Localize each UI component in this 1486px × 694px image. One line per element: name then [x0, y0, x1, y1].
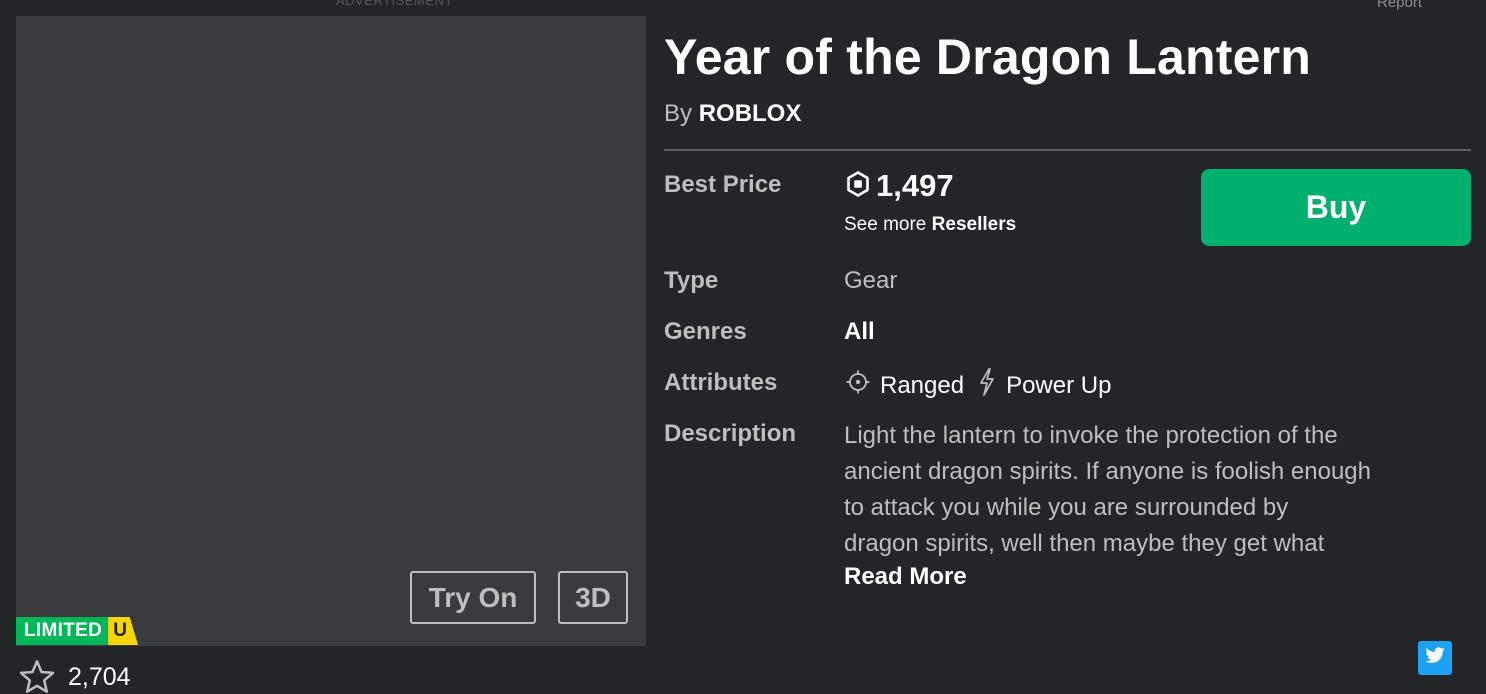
twitter-icon	[1425, 647, 1445, 669]
star-outline-icon[interactable]	[18, 659, 56, 694]
description-text: Light the lantern to invoke the protecti…	[844, 418, 1474, 562]
creator-link[interactable]: ROBLOX	[699, 100, 802, 127]
favorite-count: 2,704	[68, 662, 131, 691]
twitter-share-button[interactable]	[1418, 641, 1452, 675]
creator-byline: By ROBLOX	[664, 100, 801, 128]
buy-button[interactable]: Buy	[1201, 169, 1471, 246]
3d-view-button[interactable]: 3D	[558, 571, 628, 624]
item-title: Year of the Dragon Lantern	[664, 29, 1311, 85]
price-amount: 1,497	[876, 168, 954, 203]
advertisement-label: ADVERTISEMENT	[336, 0, 453, 8]
try-on-button[interactable]: Try On	[410, 571, 536, 624]
attributes-label: Attributes	[664, 369, 778, 396]
unique-label: U	[108, 617, 139, 645]
by-prefix: By	[664, 100, 693, 127]
description-line: ancient dragon spirits. If anyone is foo…	[844, 458, 1372, 485]
price-display: 1,497	[846, 168, 954, 204]
limited-label: LIMITED	[16, 617, 109, 645]
genre-link[interactable]: All	[844, 318, 875, 346]
type-label: Type	[664, 267, 719, 294]
limited-unique-badge: LIMITED U	[16, 617, 139, 645]
resellers-line: See more Resellers	[844, 214, 1016, 236]
divider	[664, 149, 1471, 151]
attribute-power-up: Power Up	[978, 368, 1111, 403]
description-label: Description	[664, 420, 797, 447]
attribute-ranged: Ranged	[846, 370, 964, 401]
favorite-control[interactable]: 2,704	[18, 659, 131, 694]
crosshair-icon	[846, 370, 870, 401]
attribute-label: Power Up	[1006, 371, 1112, 399]
description-line: Light the lantern to invoke the protecti…	[844, 422, 1338, 449]
attributes-list: Ranged Power Up	[846, 368, 1111, 403]
read-more-link[interactable]: Read More	[844, 563, 967, 591]
item-details-page: ADVERTISEMENT Report Try On 3D LIMITED U…	[0, 0, 1486, 694]
power-bolt-icon	[978, 368, 996, 403]
description-line: dragon spirits, well then maybe they get…	[844, 530, 1325, 557]
robux-icon	[846, 170, 870, 202]
unique-letter: U	[113, 620, 127, 641]
report-link[interactable]: Report	[1377, 0, 1422, 11]
resellers-prefix: See more	[844, 214, 927, 235]
item-thumbnail: Try On 3D	[16, 16, 646, 646]
description-line: to attack you while you are surrounded b…	[844, 494, 1289, 521]
type-value: Gear	[844, 267, 898, 294]
best-price-label: Best Price	[664, 171, 782, 198]
resellers-link[interactable]: Resellers	[932, 214, 1017, 235]
attribute-label: Ranged	[880, 371, 965, 399]
genres-label: Genres	[664, 318, 747, 345]
